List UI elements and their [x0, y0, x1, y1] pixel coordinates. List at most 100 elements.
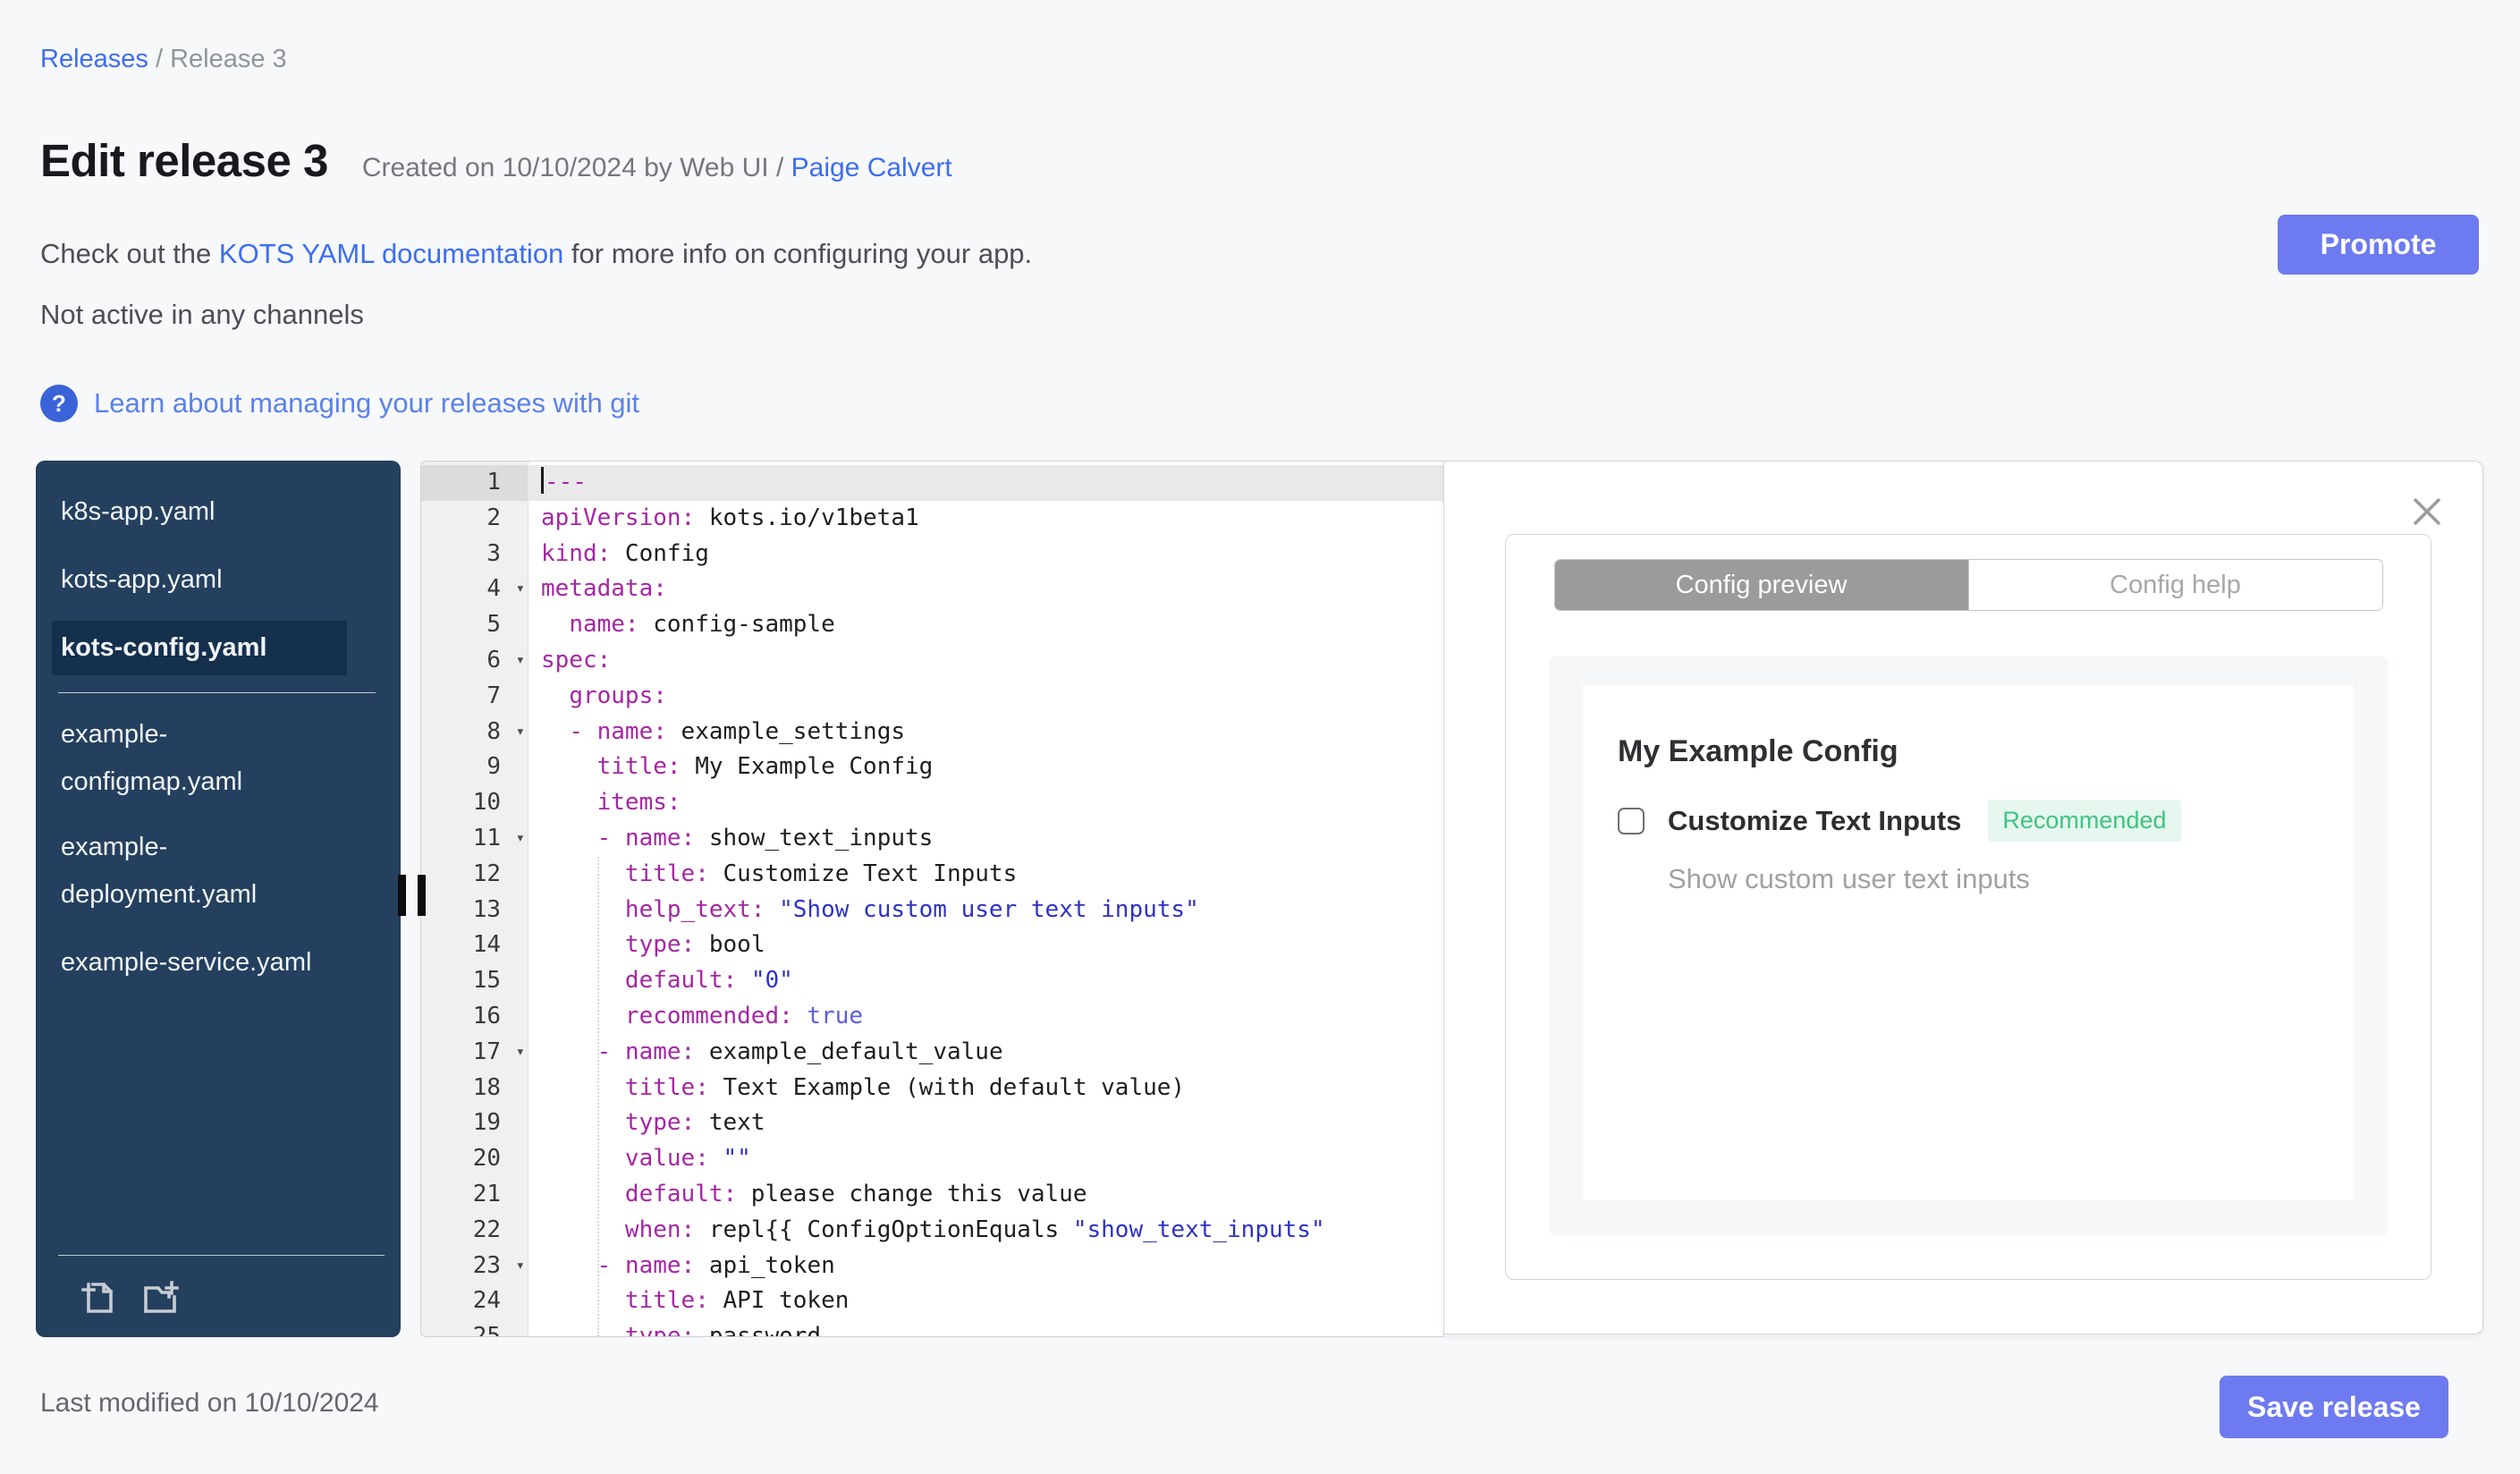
code-line-1[interactable]: 1 ---: [421, 465, 1443, 501]
code-text[interactable]: apiVersion: kots.io/v1beta1: [528, 501, 1443, 537]
code-text[interactable]: when: repl{{ ConfigOptionEquals "show_te…: [528, 1213, 1443, 1249]
promote-button[interactable]: Promote: [2278, 215, 2479, 275]
code-text[interactable]: help_text: "Show custom user text inputs…: [528, 893, 1443, 928]
sidebar-file-kots-config.yaml[interactable]: kots-config.yaml: [52, 621, 347, 675]
sidebar-file-kots-app.yaml[interactable]: kots-app.yaml: [36, 556, 331, 604]
code-line-20[interactable]: 20 value: "": [421, 1141, 1443, 1177]
line-number[interactable]: 14: [421, 928, 528, 963]
code-text[interactable]: kind: Config: [528, 537, 1443, 572]
sidebar-file-k8s-app.yaml[interactable]: k8s-app.yaml: [36, 488, 331, 536]
fold-arrow-icon[interactable]: ▾: [516, 821, 525, 857]
code-text[interactable]: type: bool: [528, 928, 1443, 963]
code-text[interactable]: default: please change this value: [528, 1177, 1443, 1213]
code-text[interactable]: type: password: [528, 1319, 1443, 1336]
code-line-5[interactable]: 5 name: config-sample: [421, 607, 1443, 643]
code-text[interactable]: name: config-sample: [528, 607, 1443, 643]
code-line-9[interactable]: 9 title: My Example Config: [421, 750, 1443, 785]
line-number[interactable]: 3: [421, 537, 528, 572]
close-icon[interactable]: [2409, 494, 2445, 529]
fold-arrow-icon[interactable]: ▾: [516, 1035, 525, 1071]
line-number[interactable]: 5: [421, 607, 528, 643]
code-text[interactable]: ---: [528, 465, 1443, 501]
line-number[interactable]: 22: [421, 1213, 528, 1249]
fold-arrow-icon[interactable]: ▾: [516, 572, 525, 607]
code-text[interactable]: title: My Example Config: [528, 750, 1443, 785]
line-number[interactable]: 6 ▾: [421, 643, 528, 679]
tab-config-help[interactable]: Config help: [1967, 560, 2382, 610]
tab-config-preview[interactable]: Config preview: [1554, 560, 1968, 610]
yaml-code-editor[interactable]: 1 --- 2 apiVersion: kots.io/v1beta1 3 kind: C…: [420, 461, 1444, 1337]
code-text[interactable]: title: Text Example (with default value): [528, 1071, 1443, 1106]
fold-arrow-icon[interactable]: ▾: [516, 1249, 525, 1284]
line-number[interactable]: 2: [421, 501, 528, 537]
code-text[interactable]: title: API token: [528, 1283, 1443, 1319]
code-line-13[interactable]: 13 help_text: "Show custom user text inp…: [421, 893, 1443, 928]
author-link[interactable]: Paige Calvert: [791, 153, 952, 182]
breadcrumb-releases-link[interactable]: Releases: [40, 45, 148, 73]
code-line-19[interactable]: 19 type: text: [421, 1106, 1443, 1141]
code-line-22[interactable]: 22 when: repl{{ ConfigOptionEquals "show…: [421, 1213, 1443, 1249]
code-line-23[interactable]: 23 ▾ - name: api_token: [421, 1249, 1443, 1284]
code-line-11[interactable]: 11 ▾ - name: show_text_inputs: [421, 821, 1443, 857]
sidebar-file-example-service.yaml[interactable]: example-service.yaml: [36, 939, 331, 987]
new-folder-icon[interactable]: [139, 1276, 180, 1317]
code-line-3[interactable]: 3 kind: Config: [421, 537, 1443, 572]
code-line-4[interactable]: 4 ▾ metadata:: [421, 572, 1443, 607]
line-number[interactable]: 9: [421, 750, 528, 785]
line-number[interactable]: 4 ▾: [421, 572, 528, 607]
line-number[interactable]: 21: [421, 1177, 528, 1213]
code-line-25[interactable]: 25 type: password: [421, 1319, 1443, 1336]
code-line-15[interactable]: 15 default: "0": [421, 963, 1443, 999]
fold-arrow-icon[interactable]: ▾: [516, 715, 525, 750]
sidebar-file-example-deployment.yaml[interactable]: example-deployment.yaml: [36, 824, 331, 919]
code-text[interactable]: - name: example_settings: [528, 715, 1443, 750]
code-line-21[interactable]: 21 default: please change this value: [421, 1177, 1443, 1213]
line-number[interactable]: 16: [421, 999, 528, 1035]
code-line-17[interactable]: 17 ▾ - name: example_default_value: [421, 1035, 1443, 1071]
code-text[interactable]: - name: api_token: [528, 1249, 1443, 1284]
line-number[interactable]: 25: [421, 1319, 528, 1336]
fold-arrow-icon[interactable]: ▾: [516, 643, 525, 679]
code-text[interactable]: title: Customize Text Inputs: [528, 857, 1443, 893]
sidebar-file-example-configmap.yaml[interactable]: example-configmap.yaml: [36, 711, 331, 806]
code-line-16[interactable]: 16 recommended: true: [421, 999, 1443, 1035]
line-number[interactable]: 17 ▾: [421, 1035, 528, 1071]
code-line-8[interactable]: 8 ▾ - name: example_settings: [421, 715, 1443, 750]
git-help-link[interactable]: Learn about managing your releases with …: [94, 387, 639, 419]
line-number[interactable]: 23 ▾: [421, 1249, 528, 1284]
line-number[interactable]: 20: [421, 1141, 528, 1177]
save-release-button[interactable]: Save release: [2220, 1376, 2448, 1438]
line-number[interactable]: 15: [421, 963, 528, 999]
line-number[interactable]: 12: [421, 857, 528, 893]
line-number[interactable]: 11 ▾: [421, 821, 528, 857]
line-number[interactable]: 19: [421, 1106, 528, 1141]
line-number[interactable]: 8 ▾: [421, 715, 528, 750]
code-text[interactable]: metadata:: [528, 572, 1443, 607]
code-text[interactable]: spec:: [528, 643, 1443, 679]
code-text[interactable]: value: "": [528, 1141, 1443, 1177]
code-text[interactable]: recommended: true: [528, 999, 1443, 1035]
code-line-14[interactable]: 14 type: bool: [421, 928, 1443, 963]
code-text[interactable]: - name: example_default_value: [528, 1035, 1443, 1071]
code-line-12[interactable]: 12 title: Customize Text Inputs: [421, 857, 1443, 893]
code-text[interactable]: type: text: [528, 1106, 1443, 1141]
code-text[interactable]: groups:: [528, 679, 1443, 715]
line-number[interactable]: 7: [421, 679, 528, 715]
code-line-7[interactable]: 7 groups:: [421, 679, 1443, 715]
line-number[interactable]: 1: [421, 465, 528, 501]
code-line-6[interactable]: 6 ▾ spec:: [421, 643, 1443, 679]
code-text[interactable]: default: "0": [528, 963, 1443, 999]
code-text[interactable]: - name: show_text_inputs: [528, 821, 1443, 857]
line-number[interactable]: 10: [421, 785, 528, 821]
line-number[interactable]: 13: [421, 893, 528, 928]
code-text[interactable]: items:: [528, 785, 1443, 821]
line-number[interactable]: 24: [421, 1283, 528, 1319]
line-number[interactable]: 18: [421, 1071, 528, 1106]
kots-yaml-docs-link[interactable]: KOTS YAML documentation: [219, 238, 563, 269]
customize-text-inputs-checkbox[interactable]: [1618, 807, 1645, 834]
code-line-18[interactable]: 18 title: Text Example (with default val…: [421, 1071, 1443, 1106]
code-line-2[interactable]: 2 apiVersion: kots.io/v1beta1: [421, 501, 1443, 537]
code-line-10[interactable]: 10 items:: [421, 785, 1443, 821]
code-line-24[interactable]: 24 title: API token: [421, 1283, 1443, 1319]
new-file-icon[interactable]: [78, 1276, 119, 1317]
